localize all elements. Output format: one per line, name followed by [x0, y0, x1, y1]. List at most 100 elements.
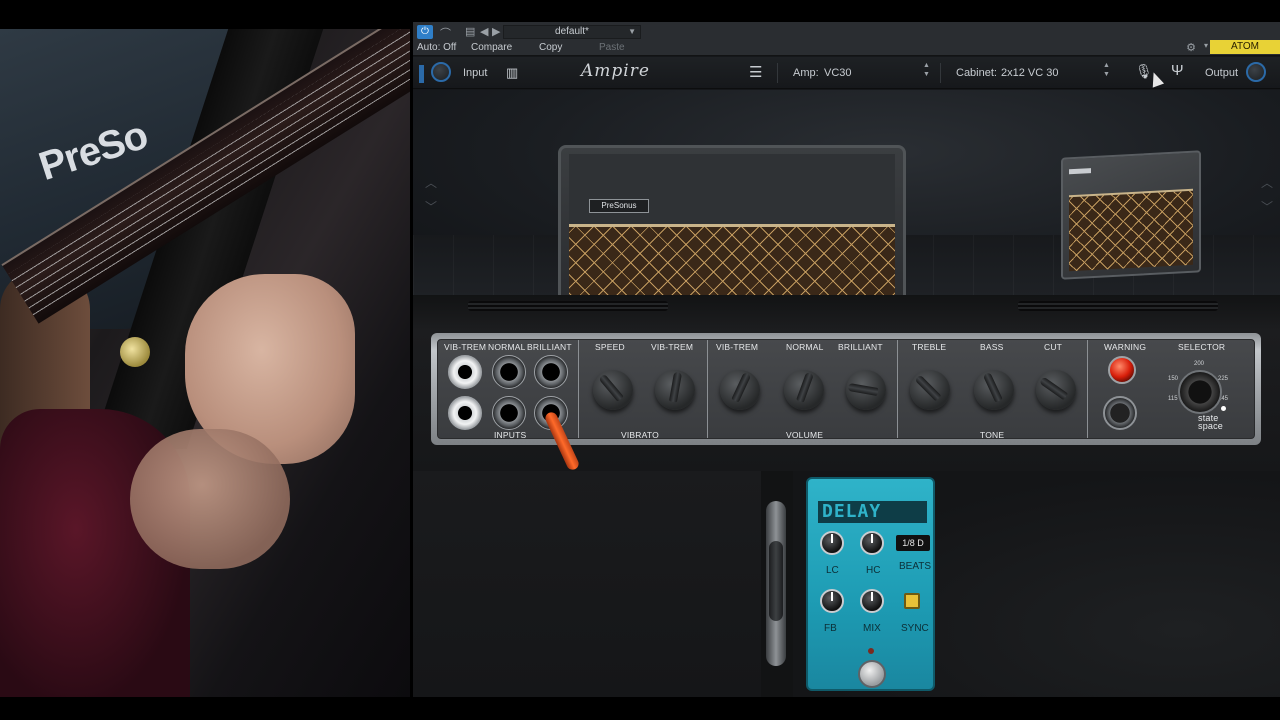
- inputs-section: VIB-TREM NORMAL BRILLIANT INPUTS: [438, 340, 581, 472]
- amp-stage: ︿ ﹀ ︿ ﹀ PreSonus: [413, 90, 1280, 305]
- strap-button: [120, 337, 150, 367]
- knob-pointer: [1038, 376, 1069, 401]
- device-badge[interactable]: ATOM: [1210, 40, 1280, 54]
- vibrato-vib-trem-knob[interactable]: [655, 370, 695, 410]
- chevron-down-icon: ▼: [628, 27, 636, 36]
- chevron-up-icon[interactable]: ︿: [1261, 174, 1273, 191]
- auto-off-button[interactable]: Auto: Off: [417, 42, 456, 53]
- selector-knob[interactable]: [1178, 370, 1222, 414]
- prev-preset-icon[interactable]: ◀: [480, 25, 488, 38]
- knob-pointer: [914, 374, 942, 402]
- fb-knob[interactable]: [820, 589, 844, 613]
- preset-list-icon[interactable]: ▤: [465, 25, 475, 38]
- chevron-up-icon[interactable]: ︿: [425, 174, 437, 191]
- chevron-down-icon[interactable]: ▾: [1204, 41, 1208, 50]
- jack-label: NORMAL: [488, 342, 526, 352]
- chevron-down-icon[interactable]: ﹀: [1261, 198, 1273, 215]
- knob-label: BASS: [980, 342, 1004, 352]
- scrollbar-handle[interactable]: [769, 541, 783, 621]
- pedal-footswitch[interactable]: [858, 660, 886, 688]
- amp-selector[interactable]: VC30: [824, 67, 852, 79]
- hc-knob[interactable]: [860, 531, 884, 555]
- volume-section: VIB-TREM NORMAL BRILLIANT VOLUME: [708, 340, 898, 440]
- tone-label: TONE: [980, 430, 1005, 440]
- chevron-down-icon[interactable]: ﹀: [425, 198, 437, 215]
- plugin-header: ⏻ ⌒ Auto: Off ▤ ◀ ▶ default* ▼ Compare C…: [413, 22, 1280, 56]
- input-jack[interactable]: [448, 396, 482, 430]
- pedalboard: DELAY 1/8 D LC HC BEATS FB MIX SYNC: [413, 471, 1280, 697]
- knob-label: VIB-TREM: [651, 342, 694, 352]
- input-jack[interactable]: [492, 355, 526, 389]
- power-icon[interactable]: ⏻: [417, 25, 433, 39]
- cut-knob[interactable]: [1036, 370, 1076, 410]
- input-jack[interactable]: [492, 396, 526, 430]
- beats-label: BEATS: [899, 561, 932, 572]
- fb-label: FB: [824, 623, 837, 634]
- beats-display[interactable]: 1/8 D: [896, 535, 930, 551]
- amp-head-image[interactable]: PreSonus: [558, 145, 906, 305]
- paste-button[interactable]: Paste: [599, 42, 625, 53]
- cabinet-image[interactable]: [1061, 150, 1201, 280]
- amp-control-shelf: VIB-TREM NORMAL BRILLIANT INPUTS SPEED V…: [413, 295, 1280, 472]
- output-knob[interactable]: [1246, 62, 1266, 82]
- bias-knob[interactable]: [1103, 396, 1137, 430]
- knob-label: CUT: [1044, 342, 1063, 352]
- pedal-led: [868, 648, 874, 654]
- pedalboard-scrollbar[interactable]: [766, 501, 786, 666]
- divider: [777, 63, 778, 83]
- volume-brilliant-knob[interactable]: [846, 370, 886, 410]
- copy-button[interactable]: Copy: [539, 42, 562, 53]
- compare-button[interactable]: Compare: [471, 42, 512, 53]
- tuning-fork-icon[interactable]: Ψ: [1171, 62, 1184, 79]
- delay-pedal[interactable]: DELAY 1/8 D LC HC BEATS FB MIX SYNC: [806, 477, 935, 691]
- gear-icon[interactable]: ⚙: [1186, 41, 1196, 54]
- selector-label: SELECTOR: [1178, 342, 1226, 352]
- lc-label: LC: [826, 565, 839, 576]
- ampire-plugin-window: ⏻ ⌒ Auto: Off ▤ ◀ ▶ default* ▼ Compare C…: [413, 22, 1280, 697]
- treble-knob[interactable]: [910, 370, 950, 410]
- input-label: Input: [463, 67, 488, 79]
- selector-section: WARNING SELECTOR 150 200 225 115 245 sta…: [1088, 340, 1254, 438]
- cabinet-grill: [1069, 188, 1193, 272]
- divider: [940, 63, 941, 83]
- preset-dropdown[interactable]: default* ▼: [503, 25, 641, 39]
- input-jack[interactable]: [448, 355, 482, 389]
- menu-icon[interactable]: ☰: [749, 63, 762, 81]
- inputs-label: INPUTS: [494, 430, 527, 440]
- selector-value: 200: [1194, 361, 1205, 367]
- vibrato-label: VIBRATO: [621, 430, 659, 440]
- knob-label: TREBLE: [912, 342, 947, 352]
- knob-pointer: [847, 382, 879, 397]
- cabinet-stepper-icon[interactable]: ▲ ▼: [1103, 61, 1110, 79]
- volume-normal-knob[interactable]: [784, 370, 824, 410]
- amp-top-panel: PreSonus: [569, 154, 895, 224]
- selector-value: 115: [1168, 396, 1178, 402]
- jack-label: VIB-TREM: [444, 342, 487, 352]
- input-knob[interactable]: [431, 62, 451, 82]
- volume-vib-trem-knob[interactable]: [720, 370, 760, 410]
- knob-pointer: [668, 371, 683, 403]
- picking-hand: [130, 429, 290, 569]
- input-jack[interactable]: [534, 355, 568, 389]
- amp-stepper-icon[interactable]: ▲ ▼: [923, 61, 930, 79]
- panel-face: VIB-TREM NORMAL BRILLIANT INPUTS SPEED V…: [437, 339, 1255, 472]
- cabinet-selector[interactable]: 2x12 VC 30: [1001, 67, 1058, 79]
- amp-brand-badge: PreSonus: [589, 199, 649, 213]
- mix-knob[interactable]: [860, 589, 884, 613]
- automation-icon[interactable]: ⌒: [440, 25, 451, 41]
- knob-pointer: [796, 371, 814, 403]
- camera-video: PreSo: [0, 29, 410, 697]
- knob-label: SPEED: [595, 342, 625, 352]
- volume-label: VOLUME: [786, 430, 824, 440]
- knob-pointer: [598, 373, 624, 402]
- warning-label: WARNING: [1104, 342, 1147, 352]
- pedal-slot-empty[interactable]: [413, 471, 761, 697]
- next-preset-icon[interactable]: ▶: [492, 25, 500, 38]
- screen: PreSo ⏻ ⌒ Auto: Off ▤ ◀ ▶ default* ▼ Com…: [0, 0, 1280, 720]
- tuner-icon[interactable]: ▥: [506, 65, 518, 81]
- sync-button[interactable]: [904, 593, 920, 609]
- lc-knob[interactable]: [820, 531, 844, 555]
- speed-knob[interactable]: [593, 370, 633, 410]
- bass-knob[interactable]: [974, 370, 1014, 410]
- vent-right: [1018, 301, 1218, 311]
